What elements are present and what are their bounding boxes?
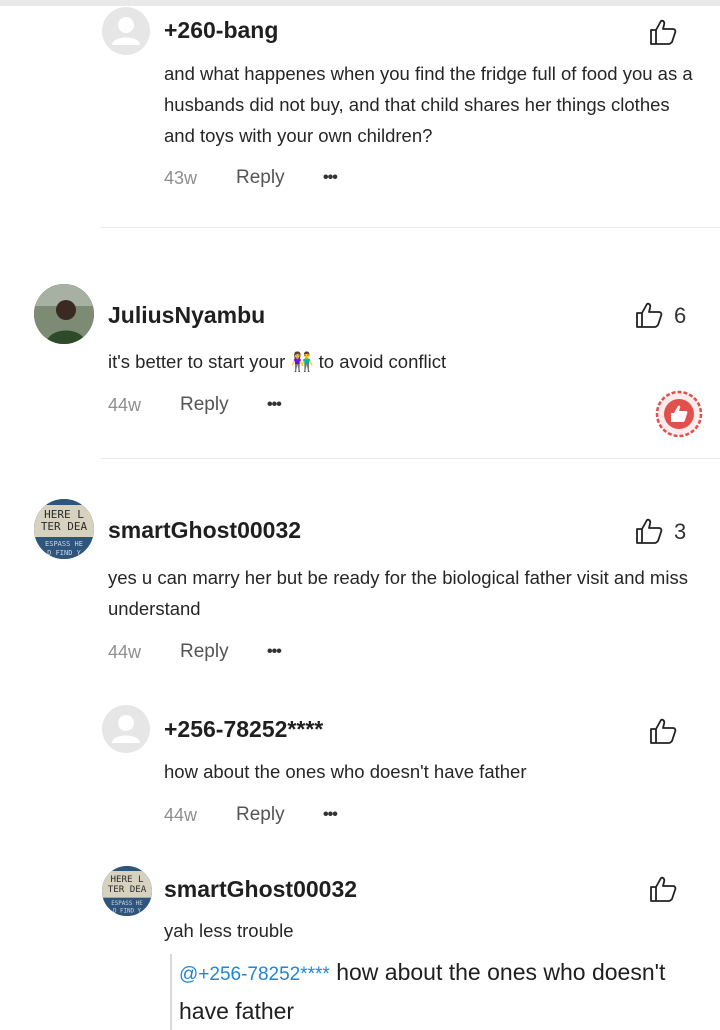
ghost-avatar-icon: HERE L TER DEA ESPASS HE D FIND Y — [34, 499, 94, 559]
user-photo-icon — [34, 284, 94, 344]
timestamp: 44w — [108, 395, 142, 415]
more-options-button[interactable]: ••• — [323, 169, 338, 187]
thumbs-up-icon[interactable] — [648, 716, 678, 746]
reply-button[interactable]: Reply — [236, 167, 285, 189]
avatar[interactable] — [34, 284, 94, 344]
svg-text:D FIND Y: D FIND Y — [113, 909, 142, 915]
svg-text:TER DEA: TER DEA — [41, 520, 88, 533]
username[interactable]: +256-78252**** — [164, 716, 323, 743]
username[interactable]: JuliusNyambu — [108, 302, 265, 329]
divider — [100, 227, 720, 228]
thumbs-up-icon[interactable] — [648, 17, 678, 47]
comment-text: yes u can marry her but be ready for the… — [108, 567, 688, 619]
user-silhouette-icon — [112, 715, 140, 743]
red-thumbs-up-badge-icon — [655, 390, 703, 438]
avatar[interactable] — [102, 7, 150, 55]
avatar[interactable]: HERE L TER DEA ESPASS HE D FIND Y — [102, 866, 152, 916]
timestamp: 44w — [108, 642, 142, 662]
reply-button[interactable]: Reply — [236, 804, 285, 826]
like-count: 3 — [674, 519, 687, 544]
thumbs-up-icon[interactable] — [648, 874, 678, 904]
more-options-button[interactable]: ••• — [323, 806, 338, 824]
svg-text:D FIND Y: D FIND Y — [47, 549, 82, 557]
reply-comment-1: +260-bang and what happenes when you fin… — [0, 0, 720, 228]
emoji: 👫 — [290, 351, 314, 372]
comment-text: it's better to start your 👫 to avoid con… — [108, 346, 638, 377]
username[interactable]: +260-bang — [164, 17, 278, 44]
comment-text: how about the ones who doesn't have fath… — [164, 761, 527, 782]
avatar[interactable]: HERE L TER DEA ESPASS HE D FIND Y — [34, 499, 94, 559]
more-options-button[interactable]: ••• — [267, 643, 282, 661]
thumbs-up-icon[interactable] — [634, 300, 664, 330]
username[interactable]: smartGhost00032 — [108, 517, 301, 544]
ghost-avatar-icon: HERE L TER DEA ESPASS HE D FIND Y — [102, 866, 152, 916]
user-silhouette-icon — [112, 17, 140, 45]
like-count: 6 — [674, 303, 687, 328]
comment-text-end: to avoid conflict — [313, 351, 447, 372]
timestamp: 43w — [164, 168, 198, 188]
comment-text: yah less trouble — [164, 920, 294, 941]
svg-text:ESPASS HE: ESPASS HE — [111, 901, 143, 907]
svg-text:ESPASS HE: ESPASS HE — [45, 540, 83, 548]
divider — [100, 458, 720, 459]
comment-text-start: it's better to start your — [108, 351, 286, 372]
more-options-button[interactable]: ••• — [267, 396, 282, 414]
reply-button[interactable]: Reply — [180, 394, 229, 416]
mention-link[interactable]: @+256-78252**** — [179, 964, 330, 985]
svg-text:TER DEA: TER DEA — [108, 884, 147, 895]
thumbs-up-icon[interactable] — [634, 516, 664, 546]
comment-text: and what happenes when you find the frid… — [164, 63, 693, 146]
timestamp: 44w — [164, 805, 198, 825]
avatar[interactable] — [102, 705, 150, 753]
reply-button[interactable]: Reply — [180, 641, 229, 663]
username[interactable]: smartGhost00032 — [164, 876, 357, 903]
